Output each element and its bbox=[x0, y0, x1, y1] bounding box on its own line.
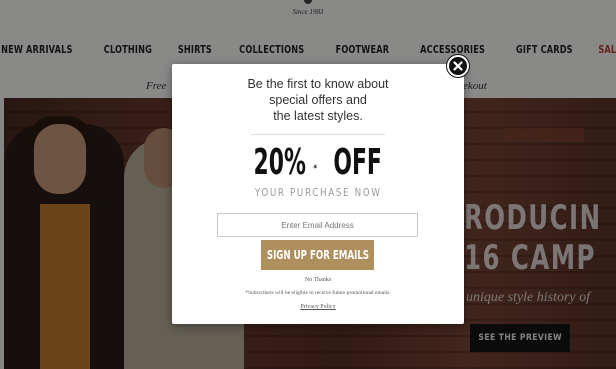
modal-heading-line: Be the first to know about bbox=[247, 77, 389, 91]
close-icon bbox=[453, 61, 463, 71]
close-modal-button[interactable] bbox=[447, 55, 469, 77]
sign-up-label: SIGN UP FOR EMAILS bbox=[266, 248, 369, 262]
offer-off: OFF bbox=[334, 142, 383, 183]
no-thanks-link[interactable]: No Thanks bbox=[172, 277, 464, 283]
modal-heading-line: the latest styles. bbox=[273, 109, 363, 123]
offer-percent: 20% bbox=[253, 142, 307, 183]
offer-asterisk: * bbox=[313, 164, 318, 174]
offer-headline: 20% * OFF bbox=[172, 144, 464, 182]
offer-subheading: YOUR PURCHASE NOW bbox=[254, 186, 382, 199]
privacy-policy-link[interactable]: Privacy Policy bbox=[172, 304, 464, 310]
email-input[interactable] bbox=[217, 213, 418, 237]
modal-heading: Be the first to know about special offer… bbox=[172, 76, 464, 124]
sign-up-button[interactable]: SIGN UP FOR EMAILS bbox=[261, 240, 374, 270]
disclaimer-text: *Subscribers will be eligible to receive… bbox=[245, 290, 391, 296]
modal-divider bbox=[251, 134, 385, 135]
email-signup-modal: Be the first to know about special offer… bbox=[172, 64, 464, 324]
modal-heading-line: special offers and bbox=[269, 93, 367, 107]
